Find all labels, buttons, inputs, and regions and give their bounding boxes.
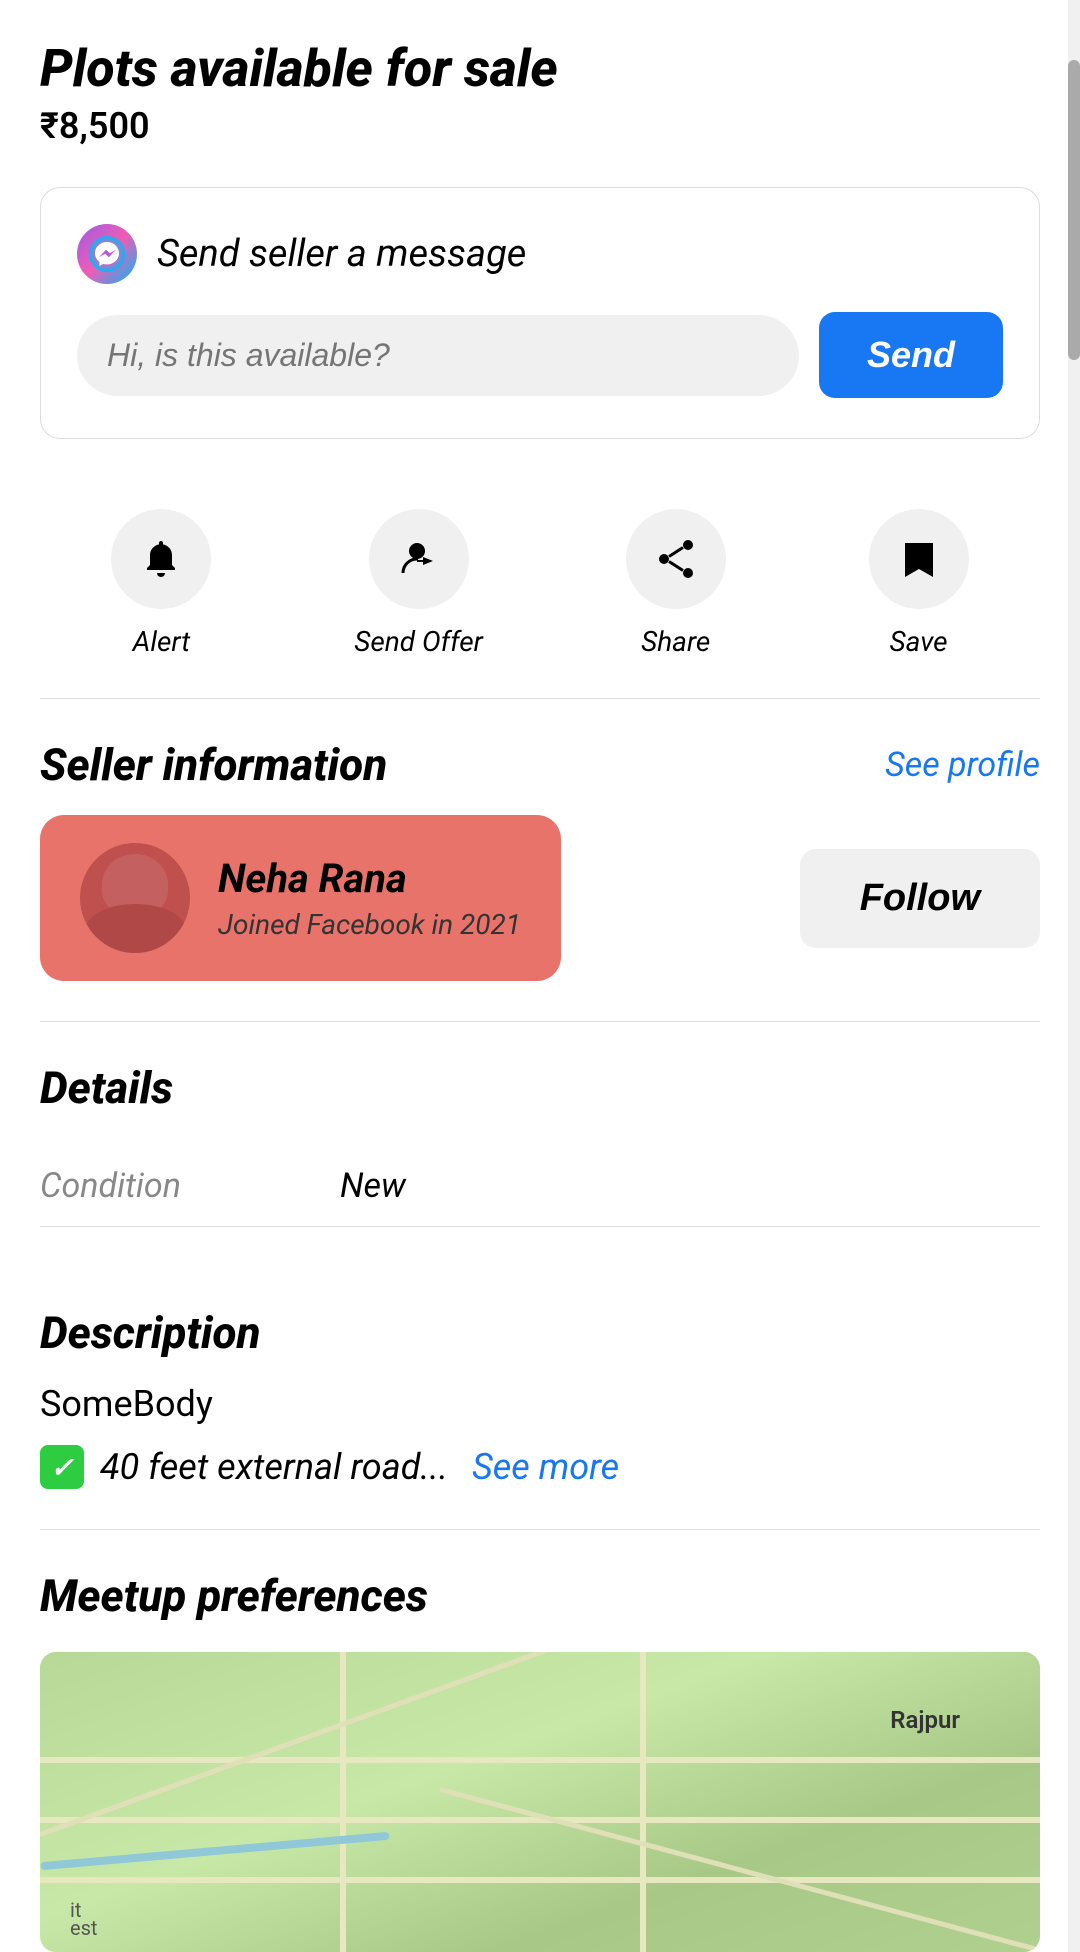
messenger-icon — [77, 224, 137, 284]
follow-button[interactable]: Follow — [800, 849, 1040, 948]
road-text: 40 feet external road... — [100, 1446, 448, 1488]
map-road-diag2 — [439, 1787, 1040, 1952]
bookmark-icon — [895, 535, 943, 583]
map-road-v2 — [640, 1652, 646, 1952]
save-label: Save — [889, 625, 947, 658]
seller-section-title: Seller information — [40, 739, 387, 791]
share-action[interactable]: Share — [626, 509, 726, 658]
message-card: Send seller a message Send — [40, 187, 1040, 439]
alert-label: Alert — [133, 625, 191, 658]
message-input[interactable] — [77, 315, 799, 396]
avatar-image — [80, 843, 190, 953]
alert-circle — [111, 509, 211, 609]
description-road: 40 feet external road... See more — [40, 1445, 1040, 1489]
send-offer-icon — [395, 535, 443, 583]
seller-details: Neha Rana Joined Facebook in 2021 — [218, 855, 521, 941]
send-offer-action[interactable]: Send Offer — [354, 509, 483, 658]
see-more-link[interactable]: See more — [472, 1446, 619, 1488]
map-rajpur-label: Rajpur — [890, 1706, 960, 1734]
listing-price: ₹8,500 — [40, 105, 1040, 147]
alert-action[interactable]: Alert — [111, 509, 211, 658]
share-circle — [626, 509, 726, 609]
condition-row: Condition New — [40, 1146, 1040, 1227]
map-container[interactable]: Rajpur it est — [40, 1652, 1040, 1952]
map-road-3 — [40, 1877, 1040, 1883]
seller-name: Neha Rana — [218, 855, 521, 902]
details-title: Details — [40, 1062, 1040, 1114]
action-buttons: Alert Send Offer — [40, 489, 1040, 699]
seller-info-box: Neha Rana Joined Facebook in 2021 — [40, 815, 561, 981]
seller-card: Neha Rana Joined Facebook in 2021 Follow — [40, 815, 1040, 981]
message-header: Send seller a message — [77, 224, 1003, 284]
checkbox-green-icon — [40, 1445, 84, 1489]
send-button[interactable]: Send — [819, 312, 1003, 398]
seller-section-header: Seller information See profile — [40, 739, 1040, 791]
save-circle — [869, 509, 969, 609]
condition-label: Condition — [40, 1166, 340, 1206]
condition-value: New — [340, 1166, 406, 1206]
share-icon — [652, 535, 700, 583]
map-background: Rajpur it est — [40, 1652, 1040, 1952]
details-section: Details Condition New — [40, 1021, 1040, 1227]
send-offer-circle — [369, 509, 469, 609]
meetup-section: Meetup preferences Rajpur it est — [40, 1529, 1040, 1952]
seller-joined: Joined Facebook in 2021 — [218, 908, 521, 941]
map-road-v1 — [340, 1652, 346, 1952]
message-input-row: Send — [77, 312, 1003, 398]
share-label: Share — [641, 625, 710, 658]
map-road-1 — [40, 1757, 1040, 1763]
avatar — [80, 843, 190, 953]
meetup-title: Meetup preferences — [40, 1570, 1040, 1622]
map-water — [40, 1832, 389, 1870]
save-action[interactable]: Save — [869, 509, 969, 658]
scrollbar-thumb[interactable] — [1068, 60, 1080, 360]
scrollbar[interactable] — [1068, 0, 1080, 1952]
message-title: Send seller a message — [157, 232, 526, 276]
description-text: SomeBody — [40, 1383, 1040, 1425]
description-section: Description SomeBody 40 feet external ro… — [40, 1267, 1040, 1489]
send-offer-label: Send Offer — [354, 625, 483, 658]
listing-title: Plots available for sale — [40, 40, 1040, 97]
see-profile-link[interactable]: See profile — [885, 745, 1040, 785]
description-title: Description — [40, 1307, 1040, 1359]
bell-icon — [137, 535, 185, 583]
